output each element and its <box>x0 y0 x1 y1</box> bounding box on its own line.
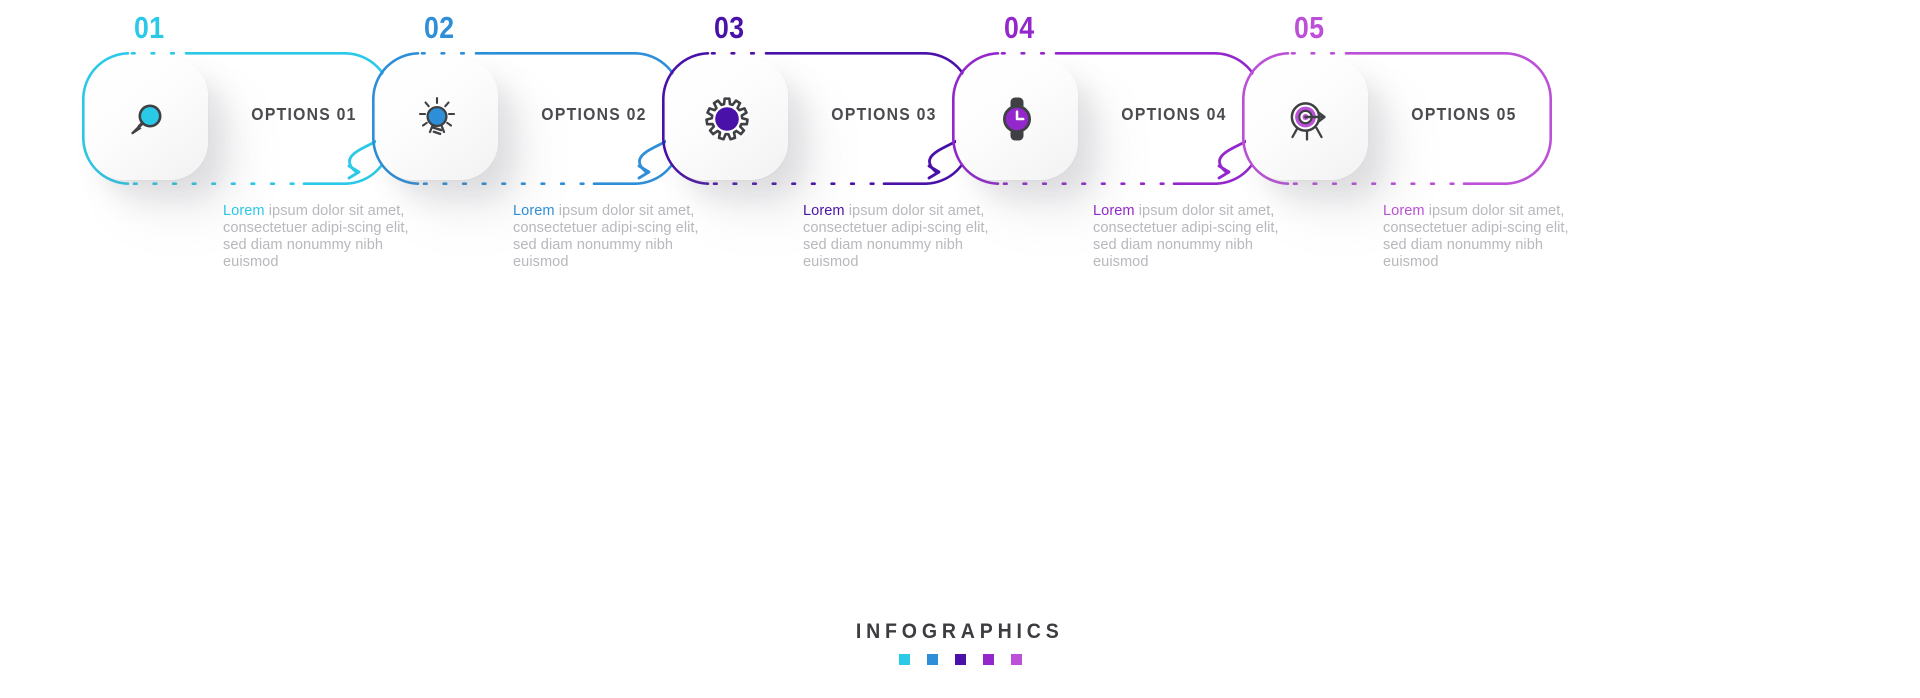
footer-swatch-1 <box>898 654 910 665</box>
step-icon-tile-04[interactable] <box>956 58 1078 180</box>
infographic-canvas: 01 OPTIONS 01 Lorem ipsum dolor sit amet, … <box>0 0 1920 698</box>
step-body-lead-01: Lorem <box>223 203 265 219</box>
step-number-02: 02 <box>424 10 455 45</box>
lightbulb-icon <box>418 96 456 136</box>
wristwatch-icon <box>1002 97 1032 141</box>
footer-title: INFOGRAPHICS <box>856 620 1064 643</box>
step-body-lead-03: Lorem <box>803 203 845 219</box>
step-icon-tile-02[interactable] <box>376 58 498 180</box>
step-body-text-05: Lorem ipsum dolor sit amet, consectetuer… <box>1383 203 1588 271</box>
step-icon-tile-05[interactable] <box>1246 58 1368 180</box>
footer: INFOGRAPHICS <box>0 620 1920 665</box>
footer-color-swatches <box>0 654 1920 665</box>
target-arrow-icon <box>1290 102 1326 141</box>
step-card-05[interactable]: 05 OPTIONS 05 Lorem ipsum dolor sit amet, … <box>1222 0 1569 470</box>
step-body-lead-02: Lorem <box>513 203 555 219</box>
step-number-01: 01 <box>134 10 165 45</box>
footer-swatch-3 <box>954 654 966 665</box>
step-icon-tile-03[interactable] <box>666 58 788 180</box>
step-icon-tile-01[interactable] <box>86 58 208 180</box>
step-number-05: 05 <box>1294 10 1325 45</box>
steps-row: 01 OPTIONS 01 Lorem ipsum dolor sit amet, … <box>0 0 1920 470</box>
magnifier-icon <box>131 104 162 135</box>
step-number-03: 03 <box>714 10 745 45</box>
step-options-label-05: OPTIONS 05 <box>1411 104 1517 124</box>
step-number-04: 04 <box>1004 10 1035 45</box>
footer-swatch-5 <box>1010 654 1022 665</box>
step-body-lead-04: Lorem <box>1093 203 1135 219</box>
gear-icon <box>705 97 749 141</box>
step-body-lead-05: Lorem <box>1383 203 1425 219</box>
footer-swatch-4 <box>982 654 994 665</box>
footer-swatch-2 <box>926 654 938 665</box>
